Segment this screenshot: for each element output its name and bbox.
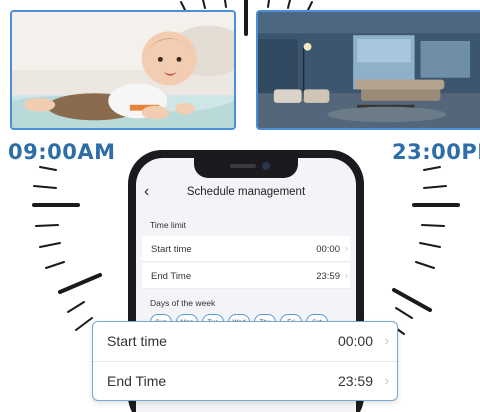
chevron-right-icon: › bbox=[384, 373, 389, 388]
speaker-grille bbox=[230, 164, 256, 168]
popup-end-time-value: 23:59 bbox=[337, 373, 373, 389]
start-time-label: 09:00AM bbox=[8, 140, 116, 164]
popup-start-time-row[interactable]: Start time 00:00 › bbox=[93, 322, 397, 362]
end-time-row-label: End Time bbox=[151, 271, 192, 282]
popup-end-time-label: End Time bbox=[107, 373, 167, 389]
chevron-right-icon: › bbox=[384, 333, 389, 348]
end-time-row[interactable]: End Time 23:59 › bbox=[142, 263, 350, 289]
chevron-right-icon: › bbox=[345, 270, 348, 280]
end-time-row-value: 23:59 bbox=[316, 271, 340, 282]
start-time-row-label: Start time bbox=[151, 244, 192, 255]
baby-photo bbox=[10, 10, 236, 130]
start-time-row-value: 00:00 bbox=[316, 244, 340, 255]
days-of-week-label: Days of the week bbox=[150, 298, 216, 308]
popup-start-time-value: 00:00 bbox=[337, 333, 373, 349]
time-limit-popup: Start time 00:00 › End Time 23:59 › bbox=[92, 321, 398, 401]
front-camera bbox=[262, 162, 270, 170]
screen-title: Schedule management bbox=[186, 186, 306, 198]
phone-notch bbox=[194, 158, 298, 178]
start-time-row[interactable]: Start time 00:00 › bbox=[142, 236, 350, 262]
end-time-label: 23:00PM bbox=[392, 140, 480, 164]
screen-header: ‹ Schedule management bbox=[136, 182, 356, 206]
popup-start-time-label: Start time bbox=[107, 333, 167, 349]
night-living-room-photo bbox=[256, 10, 480, 130]
chevron-right-icon: › bbox=[345, 243, 348, 253]
time-limit-label: Time limit bbox=[150, 220, 187, 230]
popup-end-time-row[interactable]: End Time 23:59 › bbox=[93, 362, 397, 402]
